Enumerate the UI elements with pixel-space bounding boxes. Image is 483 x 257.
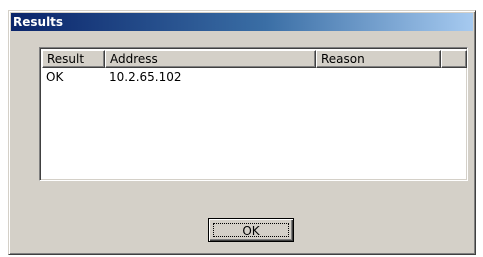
title-bar[interactable]: Results — [11, 13, 473, 31]
list-header: Result Address Reason — [42, 50, 467, 68]
results-dialog: Results Result Address Reason OK 10.2.65… — [8, 10, 476, 255]
list-rows: OK 10.2.65.102 — [42, 69, 465, 86]
results-list[interactable]: Result Address Reason OK 10.2.65.102 — [39, 47, 468, 181]
ok-button[interactable]: OK — [208, 218, 294, 242]
table-row[interactable]: OK 10.2.65.102 — [42, 69, 465, 86]
column-header-filler — [441, 50, 467, 68]
cell-reason — [316, 69, 320, 86]
window-title: Results — [13, 15, 64, 29]
ok-button-label: OK — [213, 223, 289, 238]
column-header-address[interactable]: Address — [105, 50, 316, 68]
column-header-reason[interactable]: Reason — [316, 50, 441, 68]
cell-result: OK — [46, 70, 64, 84]
column-header-result[interactable]: Result — [42, 50, 105, 68]
cell-address: 10.2.65.102 — [109, 70, 182, 84]
